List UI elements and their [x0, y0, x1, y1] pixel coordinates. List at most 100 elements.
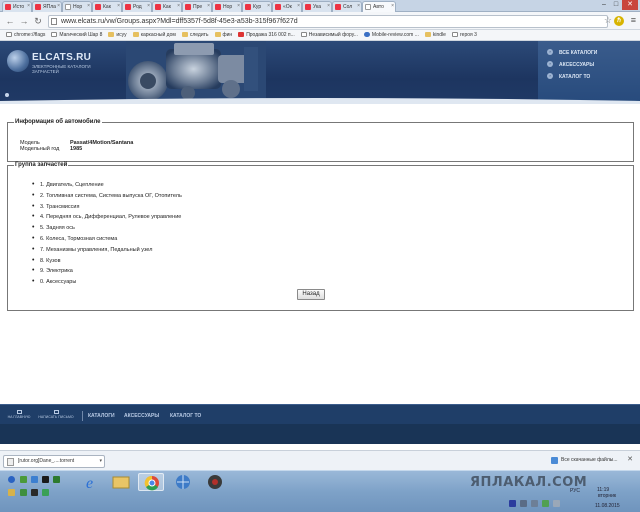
parts-group-item[interactable]: 8. Кузов: [32, 257, 61, 264]
browser-tab[interactable]: ЯПла ×: [32, 1, 62, 12]
bookmark-item[interactable]: kindle: [423, 30, 450, 40]
close-tab-icon[interactable]: ×: [57, 3, 60, 9]
favicon-icon: [35, 4, 41, 10]
bookmark-item[interactable]: Mobile-review.com ...: [362, 30, 423, 40]
parts-group-item[interactable]: 6. Колеса, Тормозная система: [32, 235, 117, 242]
quicklaunch-icon[interactable]: [20, 476, 27, 483]
browser-tab[interactable]: Пре ×: [182, 1, 212, 12]
close-tab-icon[interactable]: ×: [147, 3, 150, 9]
bookmark-item[interactable]: фин: [213, 30, 237, 40]
close-tab-icon[interactable]: ×: [177, 3, 180, 9]
footer-home-link[interactable]: НА ГЛАВНУЮ: [6, 410, 32, 419]
close-tab-icon[interactable]: ×: [207, 3, 210, 9]
browser-tab[interactable]: «Ок ×: [272, 1, 302, 12]
footer-link-accessories[interactable]: АКСЕССУАРЫ: [124, 413, 159, 419]
footer-link-to-catalog[interactable]: КАТАЛОГ ТО: [170, 413, 201, 419]
close-tab-icon[interactable]: ×: [117, 3, 120, 9]
start-orb-icon[interactable]: [8, 476, 15, 483]
explorer-taskbar-icon[interactable]: [108, 473, 134, 491]
parts-group-item[interactable]: 3. Трансмиссия: [32, 203, 79, 210]
browser-tab[interactable]: Авто ×: [362, 1, 396, 12]
parts-group-item[interactable]: 2. Топливная система, Система выпуска ОГ…: [32, 192, 182, 199]
show-all-downloads-link[interactable]: Все скачанные файлы...: [551, 457, 618, 464]
volume-icon[interactable]: [553, 500, 560, 507]
forward-arrow-icon[interactable]: →: [18, 15, 30, 27]
bookmark-star-icon[interactable]: ☆: [604, 15, 612, 26]
network-icon[interactable]: [542, 500, 549, 507]
close-icon[interactable]: ✕: [627, 455, 633, 463]
footer-link-catalogs[interactable]: КАТАЛОГИ: [88, 413, 115, 419]
quicklaunch-icon[interactable]: [31, 489, 38, 496]
close-tab-icon[interactable]: ×: [27, 3, 30, 9]
back-button[interactable]: Назад: [297, 289, 325, 300]
ie-taskbar-icon[interactable]: e: [78, 473, 104, 492]
media-app-taskbar-icon[interactable]: [202, 473, 228, 491]
parts-group-item[interactable]: 0. Аксессуары: [32, 278, 76, 285]
favicon-icon: [185, 4, 191, 10]
back-arrow-icon[interactable]: ←: [4, 15, 16, 27]
folder-icon: [108, 32, 115, 37]
bookmark-item[interactable]: героя 3: [450, 30, 481, 40]
tray-icon[interactable]: [531, 500, 538, 507]
close-tab-icon[interactable]: ×: [297, 3, 300, 9]
close-tab-icon[interactable]: ×: [391, 3, 394, 9]
parts-group-item[interactable]: 7. Механизмы управления, Педальный узел: [32, 246, 153, 253]
browser-tab[interactable]: Как ×: [152, 1, 182, 12]
browser-tab[interactable]: Род ×: [122, 1, 152, 12]
language-indicator[interactable]: РУС: [570, 488, 580, 494]
close-tab-icon[interactable]: ×: [267, 3, 270, 9]
tray-icon[interactable]: [509, 500, 516, 507]
close-tab-icon[interactable]: ×: [357, 3, 360, 9]
parts-group-legend: Группа запчастей: [15, 162, 68, 168]
bookmark-item[interactable]: Продажа 316 002 п...: [236, 30, 299, 40]
parts-group-item[interactable]: 1. Двигатель, Сцепление: [32, 181, 104, 188]
minimize-button[interactable]: –: [598, 0, 610, 10]
bookmark-item[interactable]: следить: [180, 30, 213, 40]
header-link-accessories[interactable]: › АКСЕССУАРЫ: [547, 61, 594, 68]
chrome-taskbar-icon[interactable]: [138, 473, 164, 491]
reload-icon[interactable]: ↻: [32, 15, 44, 27]
bookmark-item[interactable]: каркасный дом: [131, 30, 180, 40]
quicklaunch-icon[interactable]: [42, 489, 49, 496]
header-link-to-catalog[interactable]: › КАТАЛОГ ТО: [547, 73, 590, 80]
footer-mail-link[interactable]: НАПИСАТЬ ПИСЬМО: [36, 410, 76, 419]
globe-app-taskbar-icon[interactable]: [170, 473, 196, 491]
logo-globe-icon[interactable]: [7, 50, 29, 72]
quicklaunch-icon[interactable]: [20, 489, 27, 496]
parts-group-item[interactable]: 4. Передняя ось, Дифференциал, Рулевое у…: [32, 213, 181, 220]
header-link-all-catalogs[interactable]: › ВСЕ КАТАЛОГИ: [547, 49, 597, 56]
bookmark-item[interactable]: исуу: [106, 30, 130, 40]
folder-icon: [132, 32, 139, 37]
logo-title[interactable]: ELCATS.RU: [32, 52, 91, 63]
close-tab-icon[interactable]: ×: [327, 3, 330, 9]
quicklaunch-icon[interactable]: [31, 476, 38, 483]
browser-tab[interactable]: Ука ×: [302, 1, 332, 12]
site-header: ELCATS.RU ЭЛЕКТРОННЫЕ КАТАЛОГИ ЗАПЧАСТЕЙ…: [0, 41, 640, 104]
bookmark-item[interactable]: Независимый фору...: [299, 30, 362, 40]
browser-tab[interactable]: Кур ×: [242, 1, 272, 12]
menu-icon[interactable]: ≡: [631, 15, 636, 25]
parts-group-item[interactable]: 9. Электрика: [32, 267, 73, 274]
browser-tab[interactable]: Как ×: [92, 1, 122, 12]
site-footer: НА ГЛАВНУЮ НАПИСАТЬ ПИСЬМО КАТАЛОГИ АКСЕ…: [0, 404, 640, 424]
download-item[interactable]: [rutor.org]Dane_....torrent ▾: [3, 455, 105, 468]
maximize-button[interactable]: □: [610, 0, 622, 10]
browser-tab[interactable]: Исто ×: [2, 1, 32, 12]
parts-group-item[interactable]: 5. Задняя ось: [32, 224, 75, 231]
close-tab-icon[interactable]: ×: [87, 3, 90, 9]
bookmark-item[interactable]: Магический Шар 8: [49, 30, 106, 40]
browser-tab[interactable]: Нор ×: [62, 1, 92, 12]
chevron-down-icon[interactable]: ▾: [99, 456, 102, 467]
close-tab-icon[interactable]: ×: [237, 3, 240, 9]
tray-icon[interactable]: [520, 500, 527, 507]
address-bar[interactable]: www.elcats.ru/vw/Groups.aspx?Mdl=dff5357…: [48, 15, 608, 28]
quicklaunch-icon[interactable]: [42, 476, 49, 483]
home-dot-icon[interactable]: [5, 93, 9, 97]
close-window-button[interactable]: ✕: [622, 0, 638, 10]
browser-tab[interactable]: Сол ×: [332, 1, 362, 12]
browser-tab[interactable]: Нор ×: [212, 1, 242, 12]
quicklaunch-icon[interactable]: [8, 489, 15, 496]
extension-icon[interactable]: ℏ: [614, 16, 624, 26]
bookmark-item[interactable]: chrome://flags: [4, 30, 49, 40]
quicklaunch-icon[interactable]: [53, 476, 60, 483]
